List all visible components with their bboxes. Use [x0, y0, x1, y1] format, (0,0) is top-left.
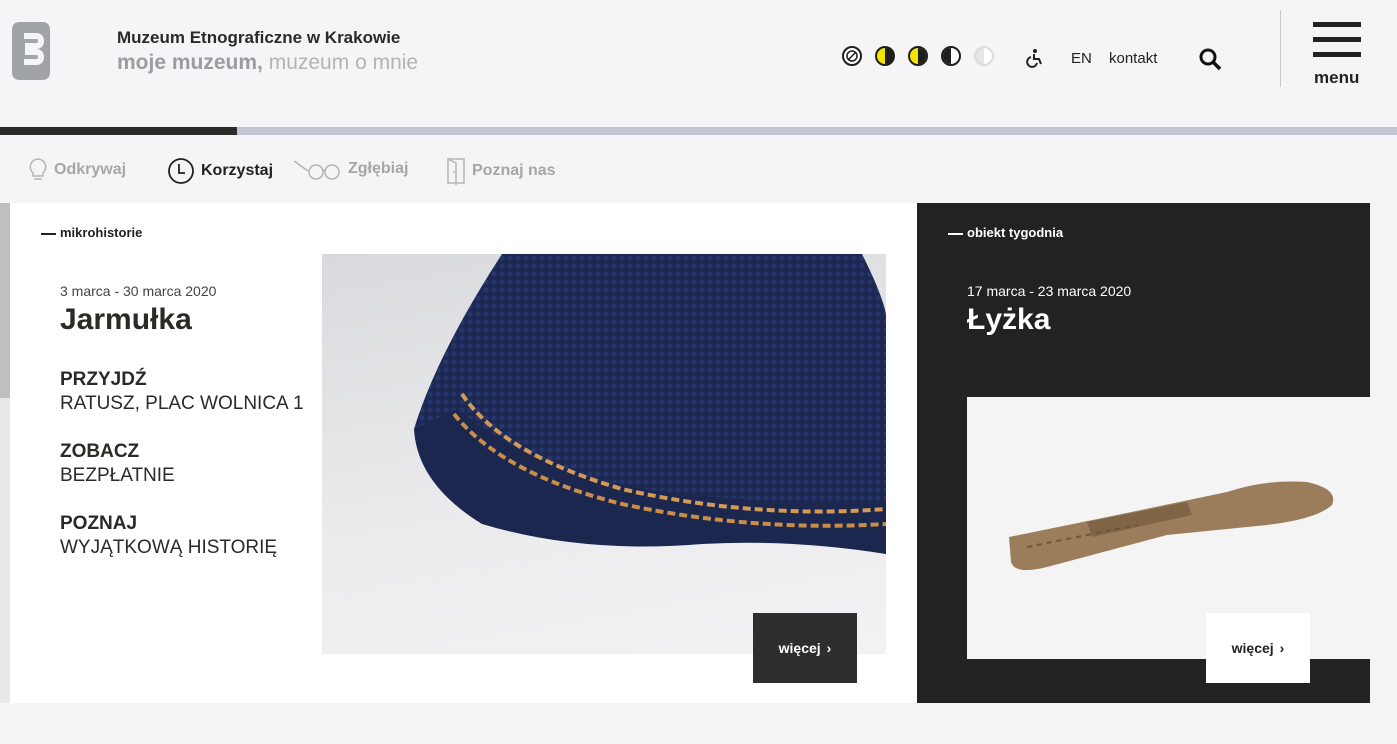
- contrast-yellow-dark-button[interactable]: [908, 46, 928, 66]
- object-of-week-card: obiekt tygodnia 17 marca - 23 marca 2020…: [917, 203, 1370, 703]
- event-date: 17 marca - 23 marca 2020: [967, 283, 1132, 299]
- more-label: więcej: [778, 640, 821, 656]
- nav-item-korzystaj[interactable]: Korzystaj: [167, 157, 273, 185]
- clock-icon: [168, 158, 194, 184]
- museum-logo-icon[interactable]: [12, 22, 50, 80]
- contrast-grey-button[interactable]: [974, 46, 994, 66]
- contrast-yellow-button[interactable]: [875, 46, 895, 66]
- kippah-photo[interactable]: [322, 254, 886, 654]
- tagline-bold: moje muzeum,: [117, 51, 263, 74]
- nav-label: Odkrywaj: [54, 161, 127, 178]
- kippah-illustration: [414, 254, 886, 554]
- contrast-bw-button[interactable]: [941, 46, 961, 66]
- info-text: WYJĄTKOWĄ HISTORIĘ: [60, 537, 278, 558]
- wheelchair-icon[interactable]: [1024, 48, 1044, 68]
- hamburger-bar: [1313, 52, 1361, 57]
- glasses-icon: [293, 160, 340, 180]
- nav-label: Zgłębiaj: [348, 160, 409, 177]
- search-icon[interactable]: [1198, 47, 1222, 71]
- section-label: mikrohistorie: [41, 225, 142, 240]
- nav-item-odkrywaj[interactable]: Odkrywaj: [28, 157, 126, 183]
- previous-slide-edge[interactable]: [0, 203, 10, 703]
- microhistory-card: mikrohistorie 3 marca - 30 marca 2020 Ja…: [10, 203, 917, 703]
- microhistory-more-button[interactable]: więcej ›: [753, 613, 857, 683]
- object-more-button[interactable]: więcej ›: [1206, 613, 1310, 683]
- site-title[interactable]: Muzeum Etnograficzne w Krakowie: [117, 28, 400, 48]
- nav-item-zglebiaj[interactable]: Zgłębiaj: [292, 157, 408, 181]
- section-label: obiekt tygodnia: [948, 225, 1063, 240]
- lightbulb-icon: [29, 158, 47, 180]
- contrast-default-button[interactable]: [842, 46, 862, 66]
- event-date: 3 marca - 30 marca 2020: [60, 283, 217, 299]
- header-divider: [1280, 10, 1281, 87]
- site-tagline: moje muzeum, muzeum o mnie: [117, 51, 418, 75]
- info-text: BEZPŁATNIE: [60, 465, 175, 486]
- previous-slide-image: [0, 203, 10, 398]
- more-label: więcej: [1231, 640, 1274, 656]
- door-icon: [447, 158, 465, 185]
- info-text: RATUSZ, PLAC WOLNICA 1: [60, 393, 304, 414]
- info-heading: PRZYJDŹ: [60, 369, 147, 390]
- nav-label: Korzystaj: [201, 162, 274, 179]
- nav-item-poznaj-nas[interactable]: Poznaj nas: [446, 157, 556, 185]
- chevron-right-icon: ›: [1279, 640, 1285, 656]
- hamburger-bar: [1313, 22, 1361, 27]
- chevron-right-icon: ›: [826, 640, 832, 656]
- info-heading: ZOBACZ: [60, 441, 140, 462]
- site-header: Muzeum Etnograficzne w Krakowie moje muz…: [0, 0, 1397, 128]
- progress-fill: [0, 127, 238, 135]
- event-title[interactable]: Jarmułka: [60, 303, 192, 337]
- hamburger-bar: [1313, 37, 1361, 42]
- nav-label: Poznaj nas: [472, 162, 556, 179]
- language-switch-link[interactable]: EN: [1071, 50, 1092, 67]
- contact-link[interactable]: kontakt: [1109, 50, 1157, 67]
- info-heading: POZNAJ: [60, 513, 138, 534]
- progress-bar: [0, 127, 1397, 135]
- main-navigation: Odkrywaj Korzystaj Zgłębiaj Poznaj nas: [0, 135, 1397, 203]
- event-title[interactable]: Łyżka: [967, 303, 1050, 337]
- menu-label[interactable]: menu: [1314, 68, 1359, 88]
- tagline-rest: muzeum o mnie: [262, 51, 419, 74]
- contrast-switcher: [842, 46, 994, 66]
